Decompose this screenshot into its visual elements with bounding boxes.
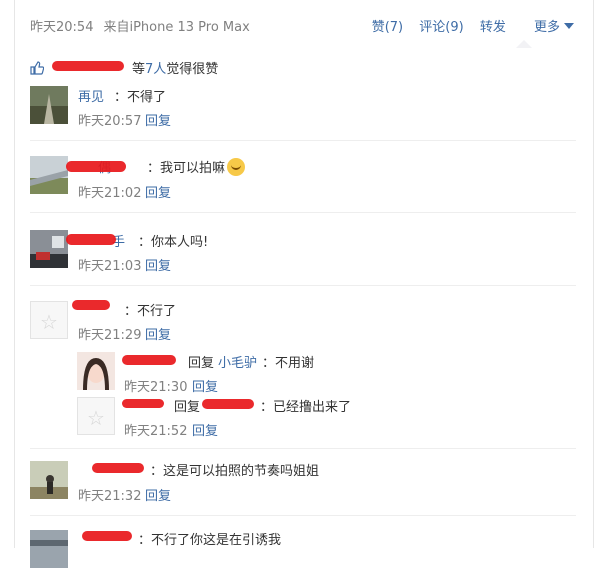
reply-target[interactable]: 小毛驴 (218, 352, 257, 371)
post-actions: 赞(7) 评论(9) 转发 更多 (360, 16, 574, 35)
comment-time: 昨天21:32 (78, 489, 142, 504)
avatar[interactable] (77, 352, 115, 390)
comment-text: ：不行了 (124, 304, 177, 319)
redaction-mark (202, 399, 254, 409)
reply-word: 回复 (174, 400, 201, 415)
comment-time: 昨天20:57 (78, 114, 142, 129)
comment-text-content: ：我可以拍嘛 (147, 161, 226, 176)
redaction-mark (52, 61, 124, 71)
reply-button[interactable]: 回复 (145, 485, 171, 504)
default-avatar-icon: ☆ (87, 406, 105, 430)
comment-arrow (516, 40, 532, 48)
divider (30, 448, 576, 449)
comment-text: ：这是可以拍照的节奏吗姐姐 (150, 464, 320, 479)
avatar[interactable] (30, 230, 68, 268)
divider (30, 515, 576, 516)
avatar[interactable] (30, 86, 68, 124)
reply-button[interactable]: 回复 (145, 324, 171, 343)
avatar[interactable] (30, 530, 68, 568)
comment-time: 昨天21:03 (78, 259, 142, 274)
reply-text: ：不用谢 (262, 356, 315, 371)
post-time: 昨天20:54 (30, 20, 94, 35)
comment-text: ：不行了你这是在引诱我 (138, 533, 282, 548)
redaction-mark (92, 463, 144, 473)
like-button[interactable]: 赞(7) (372, 20, 403, 35)
post-meta: 昨天20:54 来自iPhone 13 Pro Max (30, 16, 250, 35)
more-label: 更多 (533, 20, 560, 35)
chevron-down-icon (564, 23, 574, 29)
likes-prefix: 等 (132, 62, 146, 77)
comment-text: ：你本人吗! (138, 235, 209, 250)
comment-button[interactable]: 评论(9) (419, 20, 463, 35)
comment-text: ：不得了 (114, 90, 167, 105)
redaction-mark (122, 355, 176, 365)
comment-text: ：我可以拍嘛 (147, 157, 246, 176)
reply-button[interactable]: 回复 (145, 182, 171, 201)
divider (30, 140, 576, 141)
repost-button[interactable]: 转发 (480, 20, 506, 35)
comment-time: 昨天21:02 (78, 186, 142, 201)
redaction-mark (122, 399, 164, 408)
reply-time: 昨天21:52 (124, 424, 188, 439)
reply-button[interactable]: 回复 (145, 110, 171, 129)
redaction-mark (72, 300, 110, 310)
likes-count-link[interactable]: 7人 (145, 62, 166, 77)
avatar[interactable] (30, 461, 68, 499)
thumbs-up-icon (30, 61, 44, 75)
reply-button[interactable]: 回复 (192, 376, 218, 395)
likes-suffix: 觉得很赞 (166, 62, 219, 77)
redaction-mark (82, 531, 132, 541)
default-avatar-icon: ☆ (40, 310, 58, 334)
redaction-mark (66, 234, 116, 245)
laughing-emoji-icon (227, 158, 246, 176)
redaction-mark (66, 161, 126, 172)
avatar[interactable] (30, 156, 68, 194)
comment-time: 昨天21:29 (78, 328, 142, 343)
avatar[interactable]: ☆ (77, 397, 115, 435)
reply-word: 回复 (188, 356, 215, 371)
commenter-name[interactable]: 再见 (78, 86, 104, 105)
reply-button[interactable]: 回复 (145, 255, 171, 274)
reply-text: ：已经撸出来了 (260, 400, 352, 415)
reply-time: 昨天21:30 (124, 380, 188, 395)
avatar[interactable]: ☆ (30, 301, 68, 339)
divider (30, 212, 576, 213)
more-button[interactable]: 更多 (522, 20, 574, 35)
reply-button[interactable]: 回复 (192, 420, 218, 439)
divider (30, 285, 576, 286)
post-source: 来自iPhone 13 Pro Max (103, 20, 250, 35)
